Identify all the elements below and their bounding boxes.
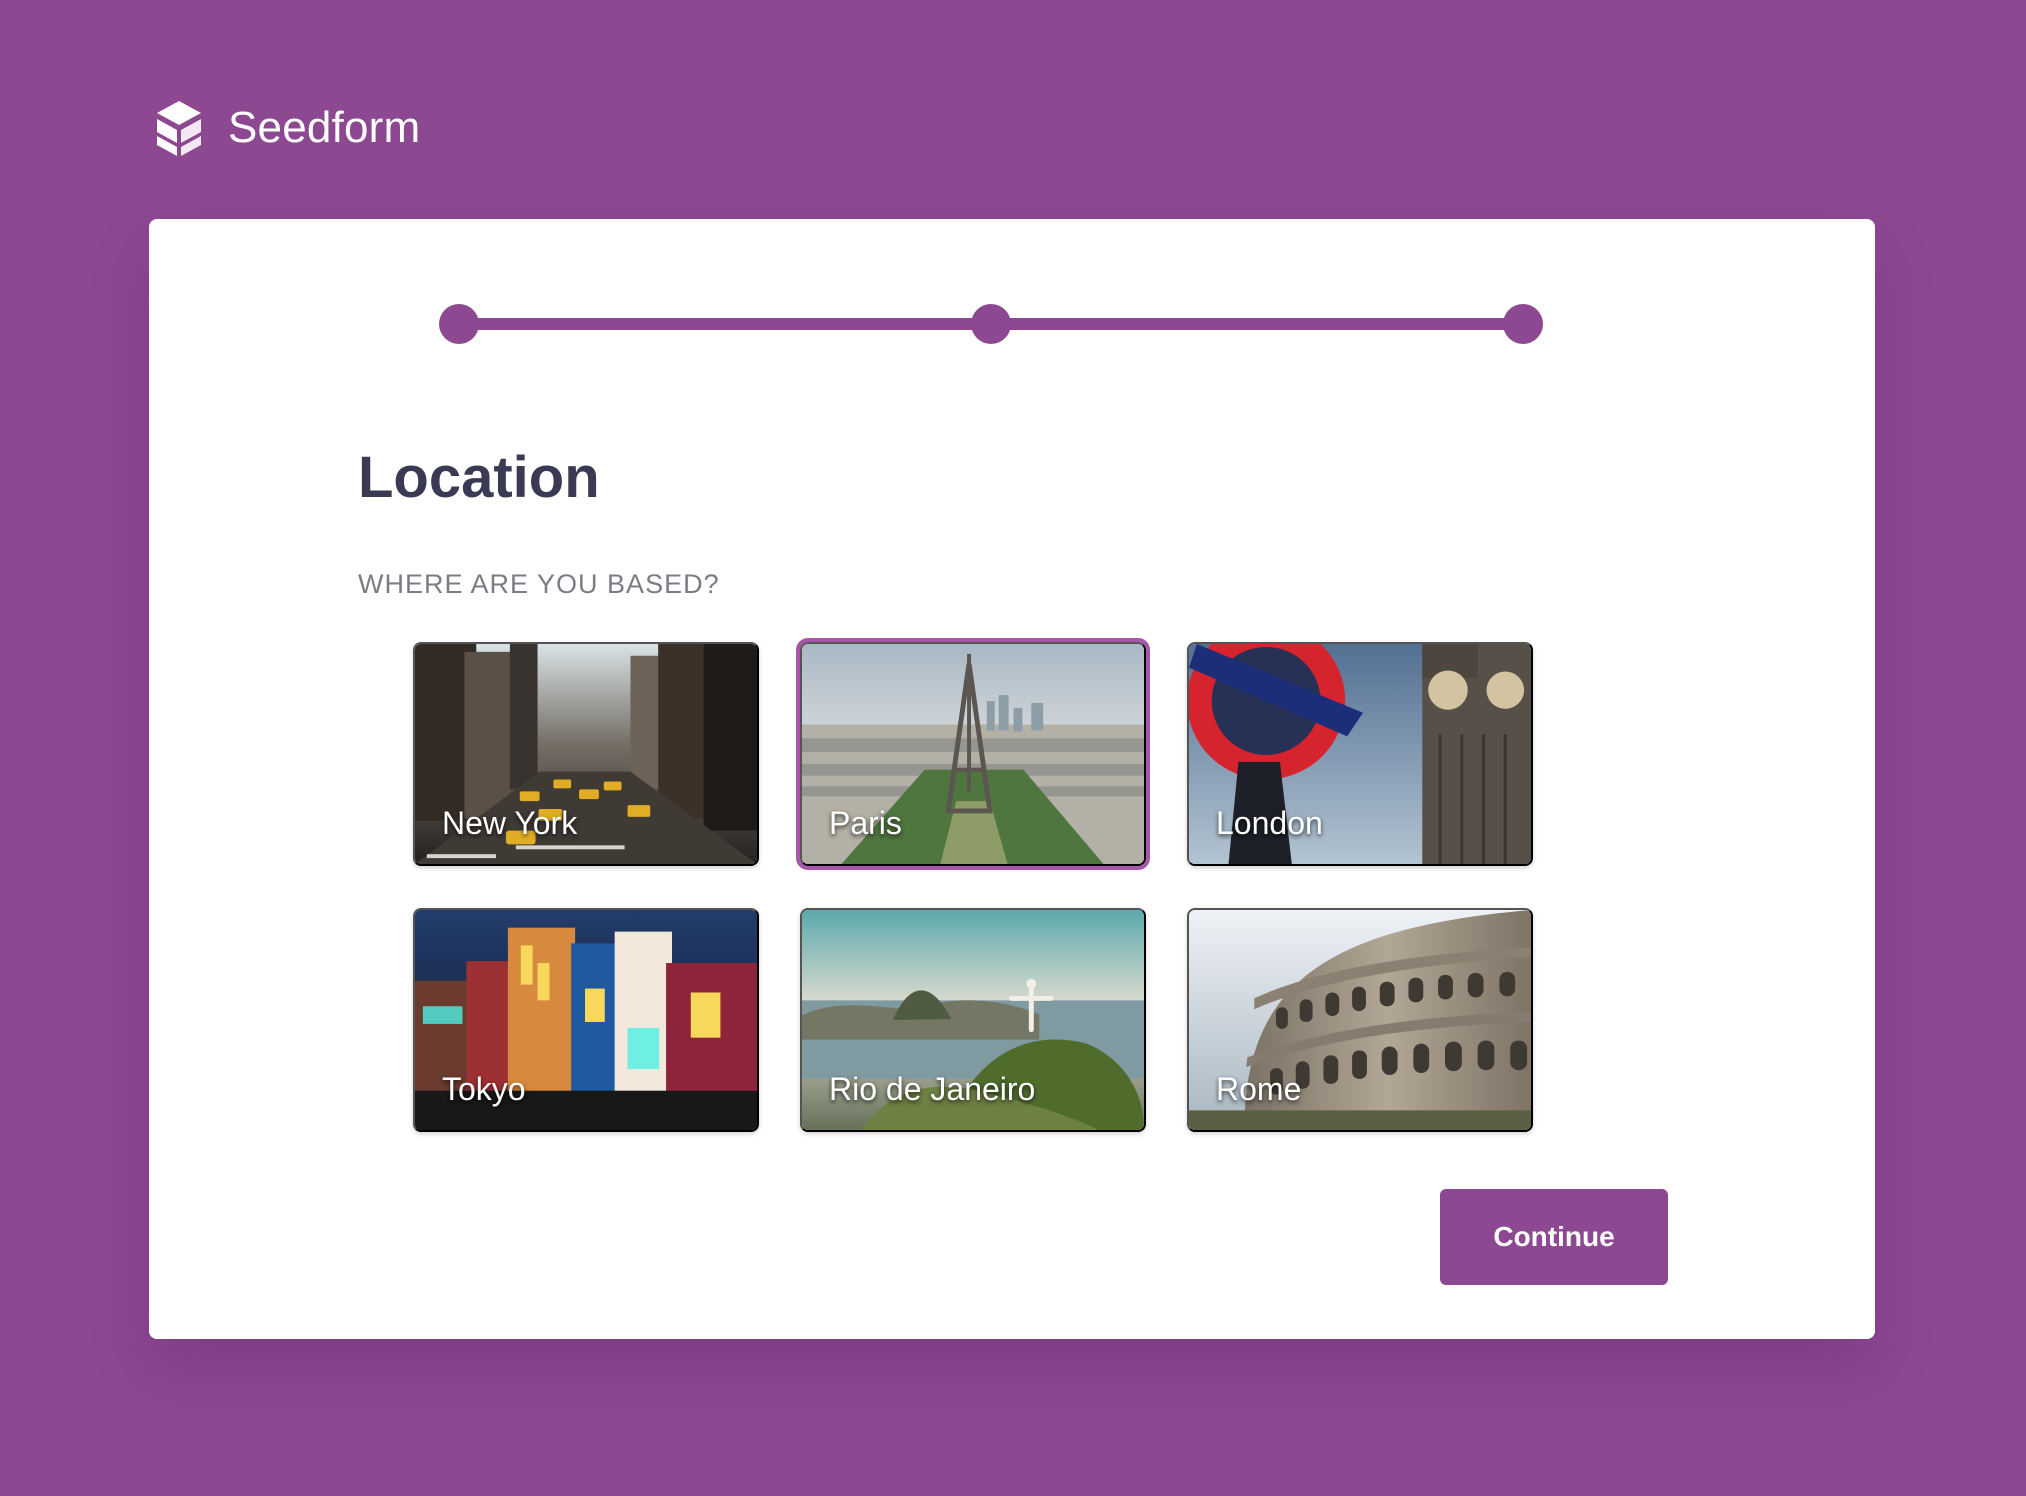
- location-card: Location WHERE ARE YOU BASED? New York P…: [149, 219, 1875, 1339]
- step-dot-2[interactable]: [971, 304, 1011, 344]
- brand-name: Seedform: [228, 103, 421, 152]
- page-title: Location: [358, 445, 600, 510]
- brand-header: Seedform: [152, 98, 420, 158]
- city-option-paris[interactable]: Paris: [796, 638, 1150, 870]
- city-option-london[interactable]: London: [1187, 642, 1533, 866]
- step-dot-1[interactable]: [439, 304, 479, 344]
- city-option-rio-de-janeiro[interactable]: Rio de Janeiro: [800, 908, 1146, 1132]
- city-option-tokyo[interactable]: Tokyo: [413, 908, 759, 1132]
- city-label-london: London: [1216, 805, 1323, 841]
- city-option-new-york[interactable]: New York: [413, 642, 759, 866]
- city-label-tokyo: Tokyo: [442, 1071, 526, 1107]
- city-option-rome[interactable]: Rome: [1187, 908, 1533, 1132]
- step-dot-3[interactable]: [1503, 304, 1543, 344]
- city-options-grid: New York Paris London Tokyo Rio de Janei…: [413, 638, 1537, 1134]
- city-label-rio-de-janeiro: Rio de Janeiro: [829, 1071, 1036, 1107]
- progress-stepper: [439, 304, 1543, 344]
- continue-button[interactable]: Continue: [1440, 1189, 1668, 1285]
- city-label-paris: Paris: [829, 805, 902, 841]
- city-label-rome: Rome: [1216, 1071, 1302, 1107]
- stacked-cubes-icon: [157, 101, 201, 156]
- location-question: WHERE ARE YOU BASED?: [358, 569, 720, 599]
- city-label-new-york: New York: [442, 805, 578, 841]
